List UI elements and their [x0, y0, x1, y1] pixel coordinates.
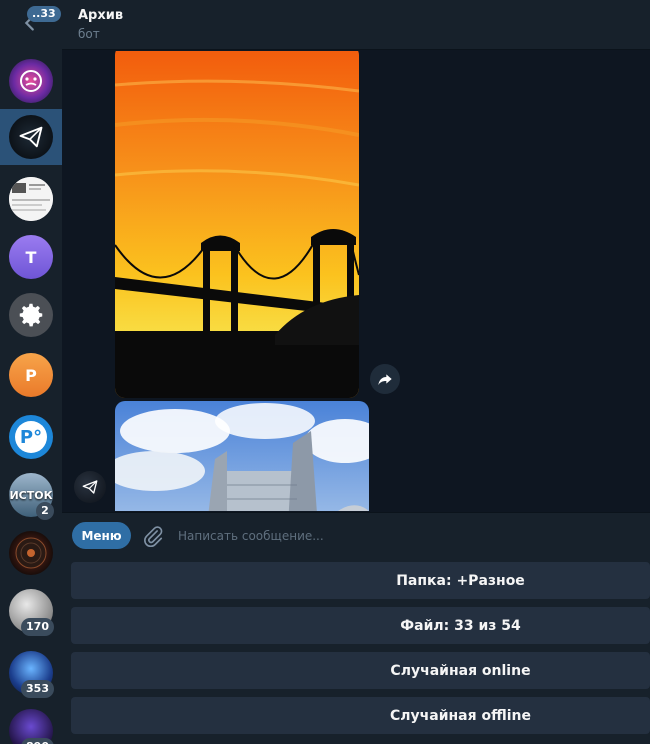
sidebar-chat-blue[interactable]: 353 — [0, 645, 62, 701]
sidebar-chat-settings[interactable] — [0, 287, 62, 343]
chat-sidebar: ..33 T P P° ИСТОК 2 170 353 — [0, 0, 62, 744]
sidebar-chat-radio[interactable] — [0, 525, 62, 581]
sidebar-chat-telegram[interactable] — [0, 109, 62, 165]
avatar — [9, 59, 53, 103]
sidebar-chat-p-blue[interactable]: P° — [0, 409, 62, 465]
paper-plane-icon — [82, 480, 98, 494]
bot-avatar[interactable] — [74, 471, 106, 503]
paperclip-icon[interactable] — [142, 525, 164, 547]
unread-badge: 353 — [21, 680, 54, 698]
document-thumbnail-icon — [9, 177, 53, 221]
avatar: P° — [9, 415, 53, 459]
chat-header[interactable]: Архив бот — [62, 0, 650, 50]
unread-badge: 170 — [21, 618, 54, 636]
p-logo-icon: P° — [15, 421, 47, 453]
unread-count-badge: ..33 — [27, 6, 61, 22]
message-list[interactable] — [62, 51, 650, 511]
keyboard-button-folder[interactable]: Папка: +Разное — [71, 562, 650, 599]
keyboard-button-random-offline[interactable]: Случайная offline — [71, 697, 650, 734]
avatar — [9, 177, 53, 221]
bot-keyboard: Папка: +Разное Файл: 33 из 54 Случайная … — [62, 558, 650, 744]
unread-badge: 890 — [21, 738, 54, 744]
forward-button[interactable] — [370, 364, 400, 394]
sidebar-chat-purple[interactable]: 890 — [0, 703, 62, 744]
bridge-sunset-image — [115, 51, 359, 398]
photo-message-building[interactable] — [115, 401, 369, 511]
sidebar-chat-istok[interactable]: ИСТОК 2 — [0, 467, 62, 523]
keyboard-button-file[interactable]: Файл: 33 из 54 — [71, 607, 650, 644]
face-icon — [20, 70, 42, 92]
chat-subtitle: бот — [78, 27, 100, 41]
paper-plane-icon — [19, 126, 43, 148]
message-composer: Меню — [62, 512, 650, 558]
sidebar-chat-1[interactable] — [0, 53, 62, 109]
message-input[interactable] — [178, 523, 618, 549]
vinyl-record-icon — [15, 537, 47, 569]
avatar: P — [9, 353, 53, 397]
gear-icon — [19, 303, 43, 327]
building-photo-image — [115, 401, 369, 511]
unread-badge: 2 — [36, 502, 54, 520]
photo-message-bridge[interactable] — [115, 51, 359, 398]
telegram-window: ..33 T P P° ИСТОК 2 170 353 Архив бот Ме… — [0, 0, 650, 744]
avatar: T — [9, 235, 53, 279]
chat-title: Архив — [78, 8, 124, 23]
sidebar-chat-document[interactable] — [0, 171, 62, 227]
share-arrow-icon — [378, 374, 392, 385]
sidebar-header: ..33 — [0, 0, 62, 50]
avatar — [9, 293, 53, 337]
keyboard-button-random-online[interactable]: Случайная online — [71, 652, 650, 689]
sidebar-chat-t[interactable]: T — [0, 229, 62, 285]
sidebar-chat-portrait[interactable]: 170 — [0, 583, 62, 639]
bot-menu-button[interactable]: Меню — [72, 522, 131, 549]
sidebar-chat-p[interactable]: P — [0, 347, 62, 403]
avatar — [9, 115, 53, 159]
avatar — [9, 531, 53, 575]
